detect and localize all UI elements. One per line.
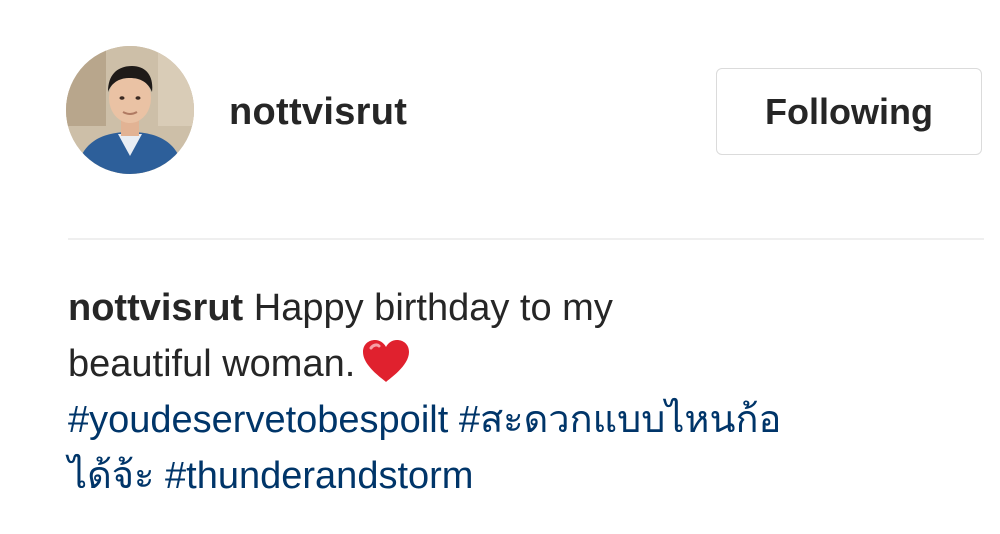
avatar-image: [66, 46, 194, 174]
post-header: nottvisrut Following: [0, 0, 1000, 232]
instagram-post: nottvisrut Following nottvisrut Happy bi…: [0, 0, 1000, 534]
hashtag-link[interactable]: ได้จ้ะ: [68, 455, 154, 497]
caption-text-line1: Happy birthday to my: [253, 287, 613, 329]
avatar[interactable]: [66, 46, 194, 174]
hashtag-link[interactable]: #thunderandstorm: [165, 455, 473, 497]
divider: [68, 238, 984, 240]
following-button[interactable]: Following: [716, 68, 982, 155]
heart-icon: [363, 340, 410, 382]
caption-text-line2: beautiful woman.: [68, 343, 356, 385]
caption-username[interactable]: nottvisrut: [68, 287, 243, 329]
hashtag-link[interactable]: #youdeservetobespoilt: [68, 399, 448, 441]
header-username[interactable]: nottvisrut: [229, 88, 407, 136]
post-caption: nottvisrut Happy birthday to my beautifu…: [68, 280, 968, 504]
hashtag-link[interactable]: #สะดวกแบบไหนก้อ: [459, 399, 781, 441]
